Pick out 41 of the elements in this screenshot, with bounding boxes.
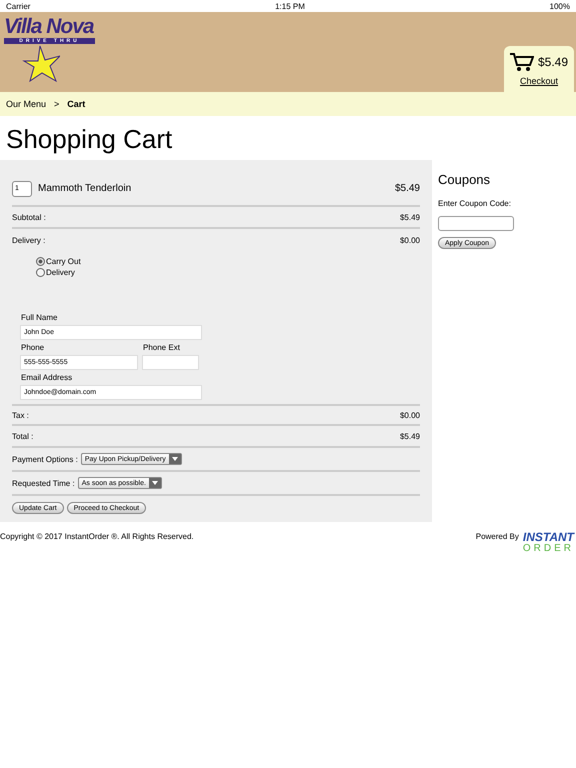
logo-instant: INSTANT (522, 532, 574, 543)
page-title: Shopping Cart (5, 123, 174, 156)
field-label: Full Name (20, 313, 58, 322)
clock: 1:15 PM (275, 2, 305, 10)
item-price: $5.49 (394, 183, 420, 194)
delivery-value: $0.00 (400, 236, 420, 244)
radio-label: Carry Out (46, 257, 81, 266)
phone-ext-field[interactable] (142, 355, 199, 370)
carrier: Carrier (6, 2, 30, 10)
battery-level: 100% (550, 2, 570, 10)
radio-label: Delivery (46, 268, 75, 277)
subtotal-label: Subtotal : (12, 212, 46, 222)
delivery-label: Delivery : (12, 236, 46, 244)
breadcrumb-item[interactable]: Our Menu (6, 99, 46, 109)
radio-button[interactable] (36, 268, 45, 277)
coupon-label: Enter Coupon Code: (438, 199, 512, 208)
item-name: Mammoth Tenderloin (38, 183, 132, 194)
tax-label: Tax : (12, 410, 29, 420)
coupons-title: Coupons (438, 172, 492, 187)
payment-label: Payment Options : (12, 454, 78, 464)
total-label: Total : (12, 432, 34, 440)
radio-button[interactable] (36, 257, 45, 266)
subtotal-value: $5.49 (400, 212, 420, 222)
time-label: Requested Time : (12, 478, 75, 488)
powered-by: Powered By (476, 532, 519, 541)
dropdown-arrow-icon (168, 454, 181, 464)
cart-total: $5.49 (538, 55, 568, 69)
total-value: $5.49 (400, 432, 420, 440)
breadcrumb-item[interactable]: Cart (67, 99, 86, 109)
breadcrumb-item[interactable]: > (54, 99, 60, 109)
cart-icon (510, 52, 534, 72)
logo-order: ORDER (522, 543, 574, 554)
field-label: Email Address (20, 373, 74, 382)
coupon-field[interactable] (438, 216, 514, 231)
field-label: Phone (20, 343, 46, 352)
checkout-link[interactable]: Checkout (520, 76, 558, 86)
logo-name: Villa Nova (4, 16, 95, 38)
copyright: Copyright © 2017 InstantOrder ®. All Rights Reserved. (0, 532, 194, 543)
dropdown-arrow-icon (148, 478, 161, 488)
tax-value: $0.00 (400, 410, 420, 420)
field-label: Phone Ext (142, 343, 181, 352)
